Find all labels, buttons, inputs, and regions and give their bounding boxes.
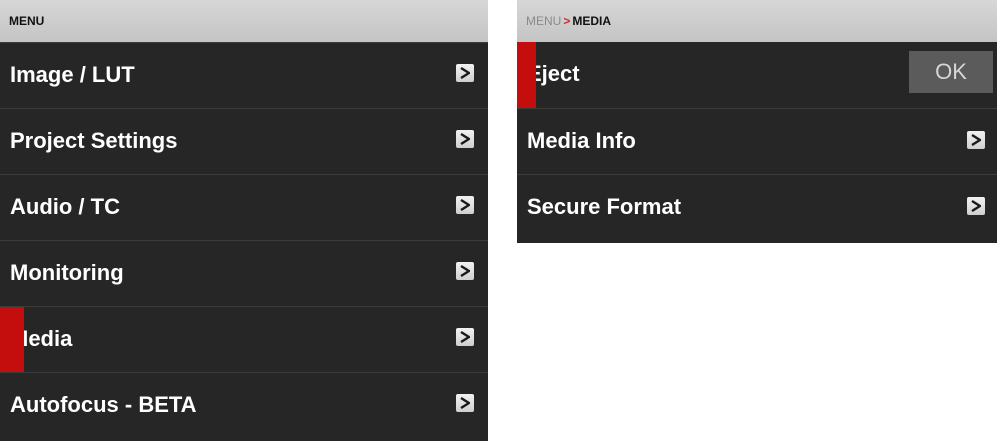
- menu-item-label: Image / LUT: [10, 62, 135, 87]
- menu-item-label: Project Settings: [10, 128, 178, 153]
- chevron-right-icon[interactable]: [456, 328, 474, 346]
- chevron-right-icon[interactable]: [456, 262, 474, 280]
- menu-item-label: Eject: [527, 61, 580, 86]
- menu-item-label: Secure Format: [527, 194, 682, 219]
- menu-item-secure-format[interactable]: Secure Format: [517, 174, 997, 240]
- chevron-right-icon[interactable]: [456, 394, 474, 412]
- chevron-right-icon[interactable]: [456, 64, 474, 82]
- breadcrumb: MENU > MEDIA: [517, 0, 997, 42]
- menu-item-monitoring[interactable]: Monitoring: [0, 240, 488, 306]
- menu-item-image-lut[interactable]: Image / LUT: [0, 42, 488, 108]
- breadcrumb-parent[interactable]: MENU: [526, 14, 561, 28]
- chevron-right-icon[interactable]: [456, 130, 474, 148]
- menu-item-label: Media: [10, 326, 73, 351]
- chevron-right-icon[interactable]: [967, 131, 985, 149]
- chevron-right-icon[interactable]: [967, 197, 985, 215]
- menu-header: MENU: [0, 0, 488, 42]
- menu-item-eject[interactable]: Eject OK: [517, 42, 997, 108]
- menu-item-autofocus-beta[interactable]: Autofocus - BETA: [0, 372, 488, 438]
- breadcrumb-current: MEDIA: [572, 14, 612, 28]
- menu-item-label: Media Info: [527, 128, 636, 153]
- menu-item-label: Autofocus - BETA: [10, 392, 197, 417]
- menu-item-media-info[interactable]: Media Info: [517, 108, 997, 174]
- menu-item-audio-tc[interactable]: Audio / TC: [0, 174, 488, 240]
- breadcrumb-separator: >: [563, 14, 571, 28]
- chevron-right-icon[interactable]: [456, 196, 474, 214]
- menu-item-media[interactable]: Media: [0, 306, 488, 372]
- menu-item-project-settings[interactable]: Project Settings: [0, 108, 488, 174]
- menu-item-label: Monitoring: [10, 260, 124, 285]
- ok-button[interactable]: OK: [909, 51, 993, 93]
- menu-item-label: Audio / TC: [10, 194, 120, 219]
- media-submenu-panel: MENU > MEDIA Eject OK Media Info Secure Fo…: [517, 0, 997, 243]
- main-menu-panel: MENU Image / LUT Project Settings Audio …: [0, 0, 488, 441]
